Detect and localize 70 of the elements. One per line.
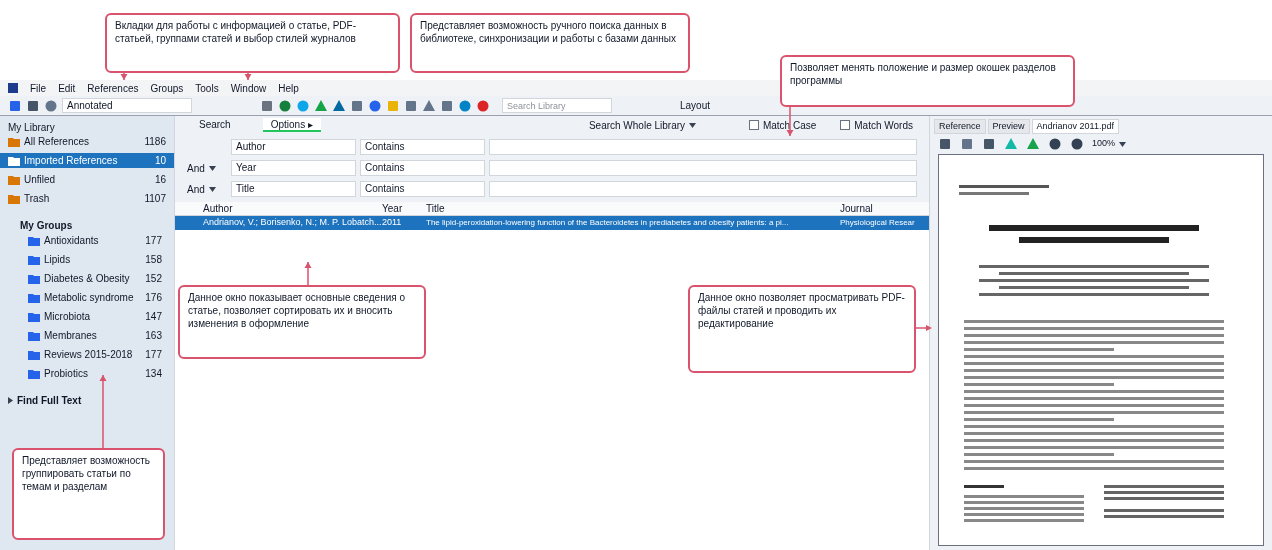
operator-dropdown[interactable]: And (187, 181, 227, 197)
reference-tab[interactable]: Andrianov 2011.pdf (1031, 119, 1119, 134)
leader-line (304, 262, 312, 285)
caret-icon (689, 122, 697, 128)
layout-menu[interactable]: Layout (680, 98, 711, 113)
operator-dropdown[interactable]: And (187, 160, 227, 176)
annotation-callout: Данное окно позволяет просматривать PDF-файлы статей и проводить их редактирование (688, 285, 916, 373)
sidebar-header: My Library (7, 121, 56, 134)
match-case-checkbox[interactable]: Match Case (748, 117, 817, 133)
menu-item[interactable]: File (30, 80, 47, 96)
annotation-callout: Данное окно показывает основные сведения о статье, позволяет сортировать их и вносить изменения в оформление (178, 285, 426, 359)
reference-tab[interactable]: Reference (934, 119, 986, 134)
zoom-level[interactable]: 100% (1092, 137, 1127, 151)
column-header[interactable]: Year (382, 201, 422, 216)
group-item[interactable]: Reviews 2015-2018 177 (20, 347, 162, 362)
sidebar-item[interactable]: All References 1186 (0, 134, 174, 149)
menu-item[interactable]: Help (278, 80, 299, 96)
annotation-callout: Представляет возможность ручного поиска данных в библиотеке, синхронизации и работы с базами данных (410, 13, 690, 73)
search-tab[interactable]: Search (191, 118, 239, 132)
sidebar-item[interactable]: Imported References 10 (0, 153, 174, 168)
library-selector[interactable]: Annotated (62, 98, 192, 113)
group-item[interactable]: Diabetes & Obesity 152 (20, 271, 162, 286)
expand-icon[interactable] (8, 397, 13, 404)
app-icon (8, 83, 18, 93)
caret-icon (1119, 141, 1127, 147)
condition-dropdown[interactable]: Contains (360, 160, 485, 176)
search-term-field[interactable] (489, 139, 917, 155)
match-words-checkbox[interactable]: Match Words (840, 117, 913, 133)
group-item[interactable]: Metabolic syndrome 176 (20, 290, 162, 305)
search-tab[interactable]: Options ▸ (262, 118, 321, 132)
annotation-callout: Представляет возможность группировать статьи по темам и разделам (12, 448, 165, 540)
reference-row[interactable]: Andrianov, V.; Borisenko, N.; M. P. Lobatch...2011 The lipid-peroxidation-lowering function of the Bacteroidetes in prediabetes and obesity patients: a pi... Physiological Resear (175, 216, 929, 230)
group-item[interactable]: Membranes 163 (20, 328, 162, 343)
annotation-callout: Позволяет менять положение и размер окошек разделов программы (780, 55, 1075, 107)
field-dropdown[interactable]: Author (231, 139, 356, 155)
column-header[interactable]: Journal (840, 201, 873, 216)
leader-line (244, 73, 252, 80)
group-item[interactable]: Antioxidants 177 (20, 233, 162, 248)
menu-item[interactable]: Groups (150, 80, 184, 96)
search-term-field[interactable] (489, 181, 917, 197)
leader-line (916, 324, 932, 332)
menu-item[interactable]: Tools (195, 80, 219, 96)
reference-tab[interactable]: Preview (987, 119, 1030, 134)
leader-line (120, 73, 128, 80)
table-cell: Physiological Resear (840, 217, 915, 229)
group-item[interactable]: Microbiota 147 (20, 309, 162, 324)
column-header[interactable]: Author (183, 201, 378, 216)
annotation-callout: Вкладки для работы с информацией о статье, PDF-статьей, группами статей и выбор стилей журналов (105, 13, 400, 73)
quick-search-field[interactable]: Search Library (502, 98, 612, 113)
group-item[interactable]: Lipids 158 (20, 252, 162, 267)
field-dropdown[interactable]: Year (231, 160, 356, 176)
menu-item[interactable]: Edit (58, 80, 76, 96)
sidebar-item[interactable]: Trash 1107 (0, 191, 174, 206)
menu-item[interactable]: References (87, 80, 139, 96)
menu-item[interactable]: Window (230, 80, 267, 96)
search-scope-dropdown[interactable]: Search Whole Library (584, 117, 725, 133)
field-dropdown[interactable]: Title (231, 181, 356, 197)
caret-icon (208, 186, 216, 192)
condition-dropdown[interactable]: Contains (360, 181, 485, 197)
caret-icon (208, 165, 216, 171)
group-item[interactable]: Probiotics 134 (20, 366, 162, 381)
group-set-header: My Groups (20, 219, 74, 233)
table-cell-text: The lipid-peroxidation-lowering function of the Bacteroidetes in prediabetes and obesity patients: a pi... (426, 217, 790, 229)
search-term-field[interactable] (489, 160, 917, 176)
condition-dropdown[interactable]: Contains (360, 139, 485, 155)
sidebar-item[interactable]: Unfiled 16 (0, 172, 174, 187)
column-header[interactable]: Title (426, 201, 836, 216)
up-arrow-icon[interactable] (1004, 137, 1018, 151)
table-cell-text: 2011 (382, 216, 403, 230)
find-full-text[interactable]: Find Full Text (17, 393, 82, 408)
